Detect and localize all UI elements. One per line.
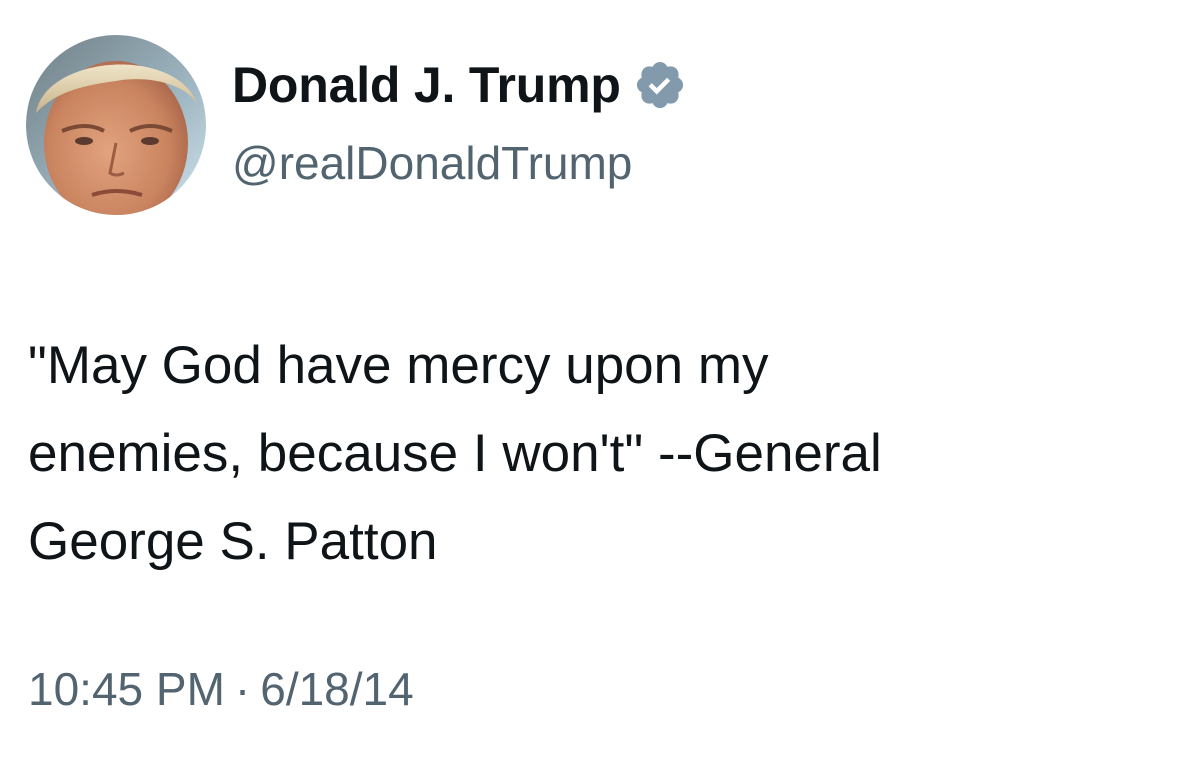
profile-photo-icon: [26, 35, 206, 215]
tweet-text-line: George S. Patton: [28, 512, 438, 571]
timestamp-separator: ·: [234, 663, 251, 715]
display-name-row: Donald J. Trump: [232, 58, 687, 112]
tweet-time: 10:45 PM: [28, 663, 225, 715]
avatar[interactable]: [26, 35, 206, 215]
tweet-text-line: enemies, because I won't" --General: [28, 424, 882, 483]
tweet-date: 6/18/14: [260, 663, 414, 715]
verified-badge-icon[interactable]: [633, 58, 687, 112]
author-name[interactable]: Donald J. Trump: [232, 60, 621, 110]
tweet-text: "May God have mercy upon my enemies, bec…: [28, 322, 1138, 586]
tweet-timestamp[interactable]: 10:45 PM · 6/18/14: [28, 666, 414, 712]
tweet-text-line: "May God have mercy upon my: [28, 336, 769, 395]
author-handle[interactable]: @realDonaldTrump: [232, 140, 632, 186]
